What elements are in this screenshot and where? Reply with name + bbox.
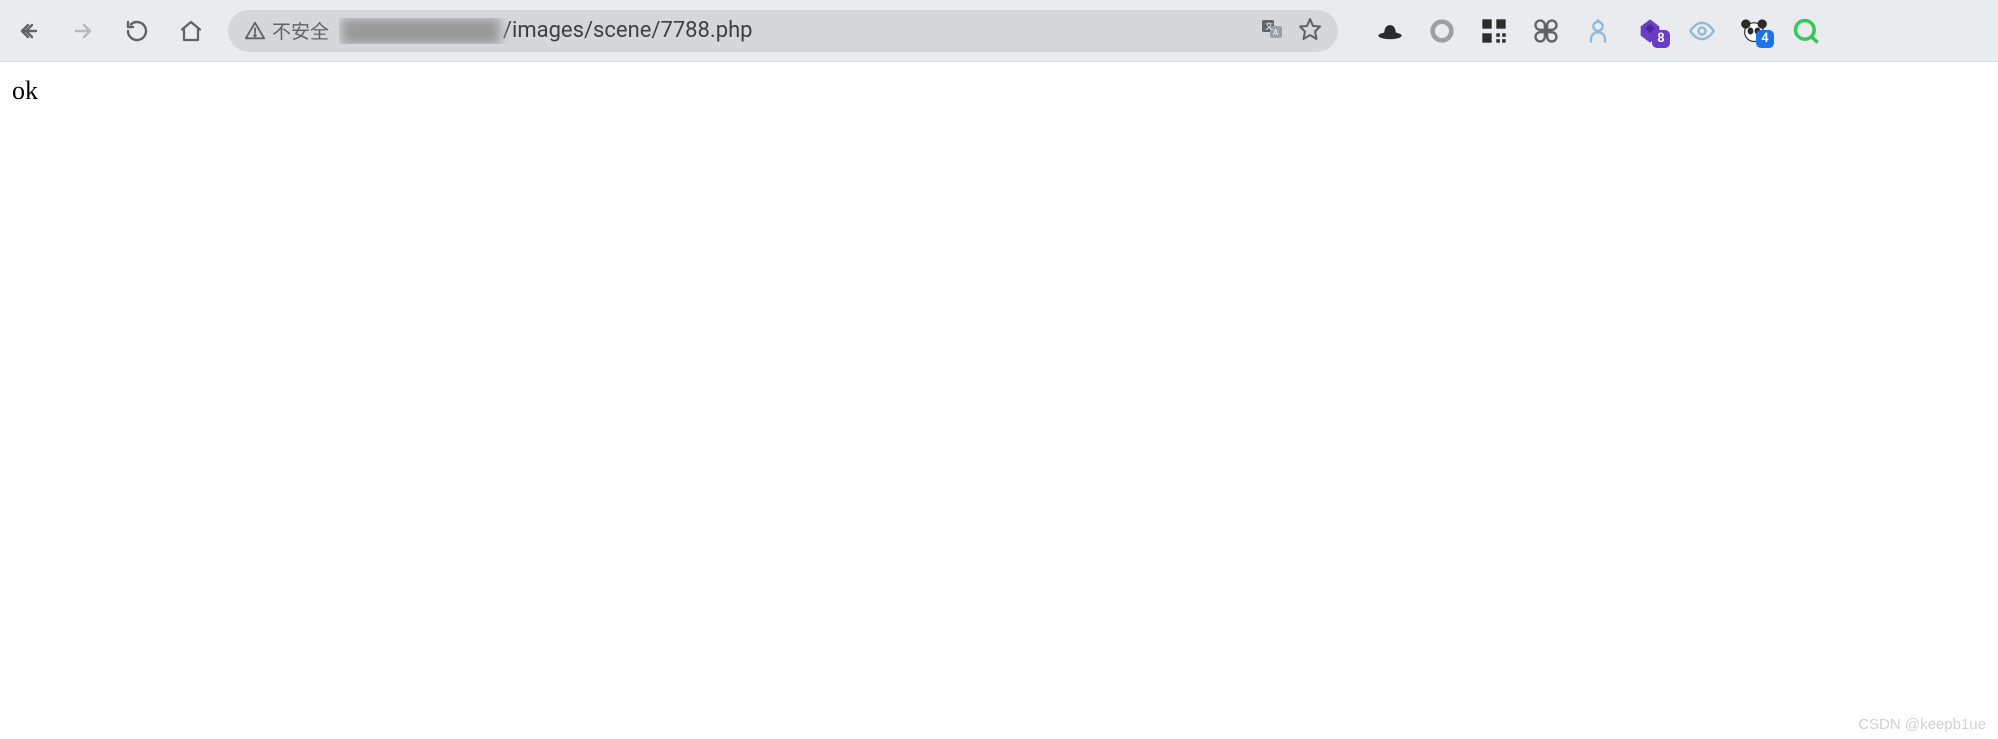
nav-button-group xyxy=(14,16,206,46)
address-bar[interactable]: 不安全 ██████████ /images/scene/7788.php 文A xyxy=(228,10,1338,52)
url-text: ██████████ /images/scene/7788.php xyxy=(339,18,1250,44)
page-body: ok xyxy=(0,62,1998,120)
warning-icon xyxy=(244,20,266,42)
extension-badge: 4 xyxy=(1756,30,1774,48)
extension-command-icon[interactable] xyxy=(1532,17,1560,45)
extension-panda-icon[interactable]: 4 xyxy=(1740,17,1768,45)
extension-qr-icon[interactable] xyxy=(1480,17,1508,45)
security-badge[interactable]: 不安全 xyxy=(244,17,329,44)
back-button[interactable] xyxy=(14,16,44,46)
home-button[interactable] xyxy=(176,16,206,46)
extension-circle-icon[interactable] xyxy=(1428,17,1456,45)
extension-robot-icon[interactable] xyxy=(1584,17,1612,45)
extension-badge: 8 xyxy=(1652,30,1670,48)
bookmark-star-icon[interactable] xyxy=(1298,17,1322,45)
extension-purple-icon[interactable]: 8 xyxy=(1636,17,1664,45)
svg-text:A: A xyxy=(1273,28,1279,37)
svg-text:文: 文 xyxy=(1265,21,1273,31)
security-label: 不安全 xyxy=(272,17,329,44)
extension-eye-icon[interactable] xyxy=(1688,17,1716,45)
watermark: CSDN @keepb1ue xyxy=(1858,716,1986,733)
url-visible-segment: /images/scene/7788.php xyxy=(503,18,753,43)
browser-toolbar: 不安全 ██████████ /images/scene/7788.php 文A xyxy=(0,0,1998,62)
forward-button[interactable] xyxy=(68,16,98,46)
page-text: ok xyxy=(12,76,38,105)
extension-search-icon[interactable] xyxy=(1792,17,1820,45)
address-bar-actions: 文A xyxy=(1260,17,1322,45)
url-hidden-segment: ██████████ xyxy=(339,18,503,44)
reload-button[interactable] xyxy=(122,16,152,46)
extensions-area: 8 4 xyxy=(1376,17,1820,45)
extension-hat-icon[interactable] xyxy=(1376,17,1404,45)
translate-icon[interactable]: 文A xyxy=(1260,17,1284,45)
